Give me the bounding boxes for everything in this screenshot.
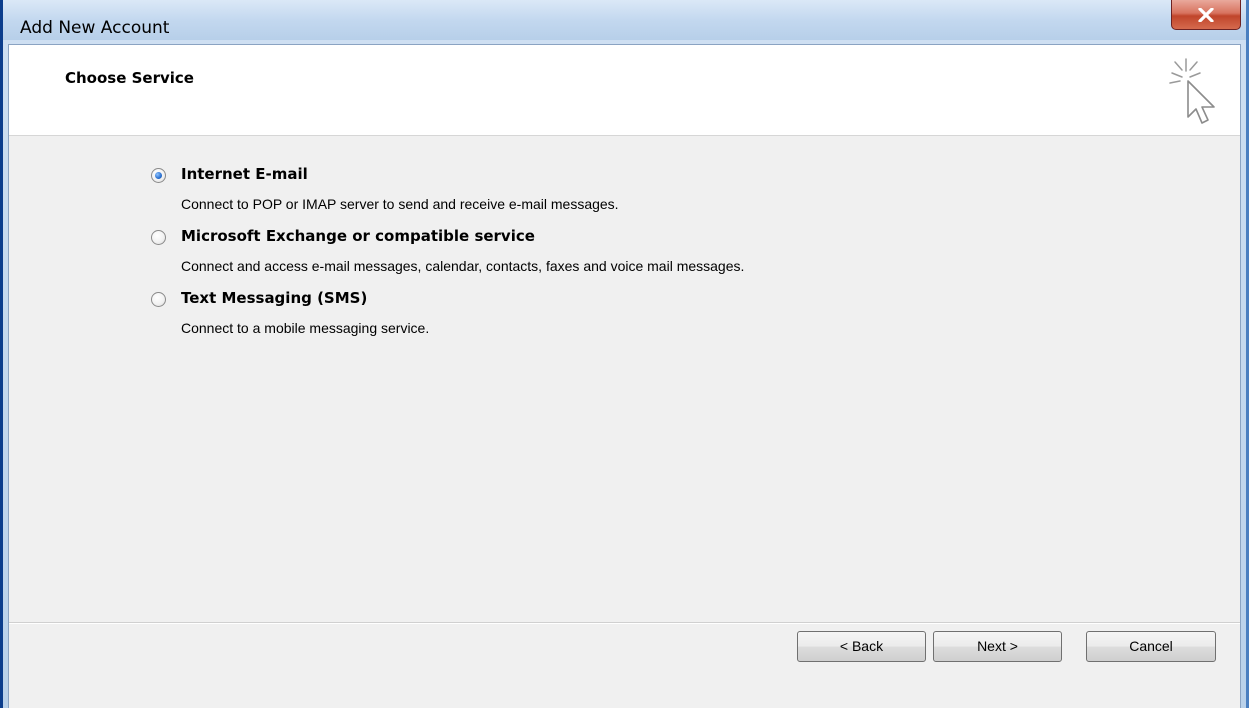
exchange-description: Connect and access e-mail messages, cale… xyxy=(181,258,745,274)
cancel-button[interactable]: Cancel xyxy=(1086,631,1216,662)
internet-email-description: Connect to POP or IMAP server to send an… xyxy=(181,196,619,212)
text-messaging-label[interactable]: Text Messaging (SMS) xyxy=(181,289,367,307)
internet-email-label[interactable]: Internet E-mail xyxy=(181,165,308,183)
wizard-cursor-sparkle-icon xyxy=(1166,55,1226,135)
dialog-window: Add New Account Choose Service Internet … xyxy=(0,0,1249,708)
next-button[interactable]: Next > xyxy=(933,631,1062,662)
text-messaging-description: Connect to a mobile messaging service. xyxy=(181,320,430,336)
footer-divider xyxy=(9,622,1240,624)
text-messaging-radio[interactable] xyxy=(151,292,166,307)
window-title: Add New Account xyxy=(20,18,170,38)
close-button[interactable] xyxy=(1171,0,1241,30)
dialog-client-area: Choose Service Internet E-mail Connect t… xyxy=(8,44,1241,708)
exchange-radio[interactable] xyxy=(151,230,166,245)
internet-email-radio[interactable] xyxy=(151,168,166,183)
back-button[interactable]: < Back xyxy=(797,631,926,662)
wizard-header: Choose Service xyxy=(9,45,1240,136)
title-bar[interactable]: Add New Account xyxy=(3,0,1246,40)
close-x-icon xyxy=(1198,7,1214,22)
exchange-label[interactable]: Microsoft Exchange or compatible service xyxy=(181,227,535,245)
page-title: Choose Service xyxy=(65,69,194,87)
